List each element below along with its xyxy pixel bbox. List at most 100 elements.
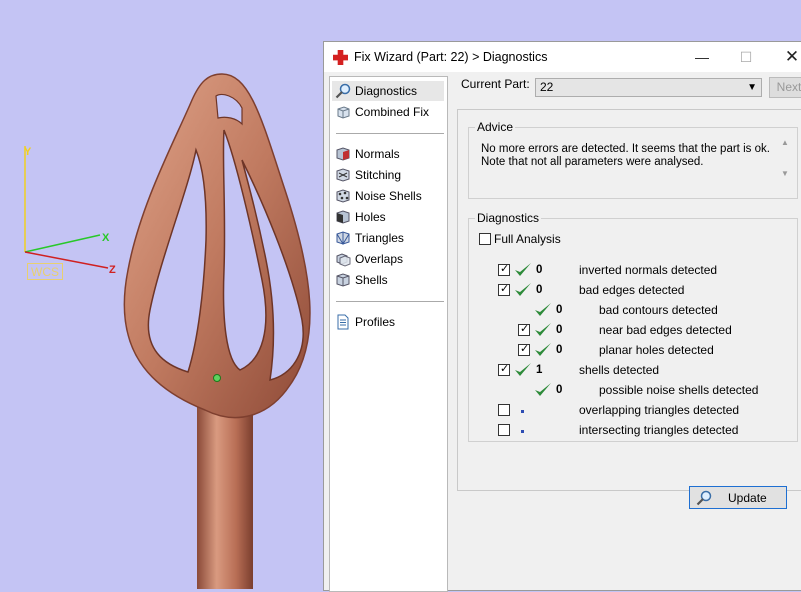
diagnostic-checkbox[interactable]: ✓ <box>498 363 510 376</box>
diagnostic-label: planar holes detected <box>599 343 714 357</box>
nav-item-combined-fix[interactable]: Combined Fix <box>332 102 444 122</box>
maximize-button[interactable]: ☐ <box>724 42 768 72</box>
diagnostic-count: 0 <box>536 284 543 296</box>
nav-separator <box>336 133 444 134</box>
full-analysis-checkbox[interactable] <box>479 233 491 245</box>
diagnostic-label: bad edges detected <box>579 283 685 297</box>
checkmark-icon: ✓ <box>500 263 510 275</box>
diagnostic-label: near bad edges detected <box>599 323 732 337</box>
fix-nav-panel: Diagnostics Combined Fix Normals Stitchi… <box>329 76 448 592</box>
z-axis-label: Z <box>109 264 116 276</box>
diagnostic-label: possible noise shells detected <box>599 383 759 397</box>
checkmark-icon: ✓ <box>500 283 510 295</box>
wcs-label: WCS <box>27 263 63 280</box>
title-bar[interactable]: Fix Wizard (Part: 22) > Diagnostics — ☐ … <box>324 42 801 72</box>
nav-item-profiles[interactable]: Profiles <box>332 312 444 332</box>
diagnostic-count: 0 <box>556 304 563 316</box>
status-ok-icon <box>535 303 551 316</box>
diagnostic-count: 1 <box>536 364 543 376</box>
nav-item-stitching[interactable]: Stitching <box>332 165 444 185</box>
chevron-down-icon: ▼ <box>747 82 757 93</box>
status-ok-icon <box>515 263 531 276</box>
axis-triad-icon <box>24 146 109 269</box>
checkmark-icon: ✓ <box>500 363 510 375</box>
status-not-run-icon <box>521 430 524 433</box>
diagnostic-count: 0 <box>556 324 563 336</box>
diagnostic-label: intersecting triangles detected <box>579 423 739 437</box>
diagnostic-checkbox[interactable] <box>498 424 510 436</box>
nav-label: Normals <box>355 147 400 161</box>
cube-icon <box>337 106 350 119</box>
status-ok-icon <box>535 383 551 396</box>
fix-wizard-window: Fix Wizard (Part: 22) > Diagnostics — ☐ … <box>323 41 801 592</box>
nav-item-holes[interactable]: Holes <box>332 207 444 227</box>
holes-cube-icon <box>336 210 350 224</box>
advice-text: No more errors are detected. It seems th… <box>481 143 781 169</box>
diagnostic-count: 0 <box>536 264 543 276</box>
nav-label: Overlaps <box>355 252 404 266</box>
nav-item-shells[interactable]: Shells <box>332 270 444 290</box>
full-analysis-label: Full Analysis <box>494 232 561 246</box>
nav-label: Diagnostics <box>355 84 418 98</box>
checkmark-icon: ✓ <box>520 323 530 335</box>
diagnostics-group: Diagnostics Full Analysis ✓ 0 inverted nor… <box>468 211 798 442</box>
overlaps-cube-icon <box>336 253 351 267</box>
diagnostic-checkbox[interactable]: ✓ <box>498 263 510 276</box>
magnifier-icon <box>696 490 712 506</box>
selection-point-icon <box>213 374 221 382</box>
red-cross-icon <box>333 50 348 65</box>
diagnostic-count: 0 <box>556 344 563 356</box>
nav-item-diagnostics[interactable]: Diagnostics <box>332 81 444 101</box>
noise-shells-icon <box>336 189 350 203</box>
update-button[interactable]: Update <box>689 486 787 509</box>
current-part-value: 22 <box>540 80 554 94</box>
shells-cube-icon <box>336 273 350 287</box>
nav-separator <box>336 301 444 302</box>
checkmark-icon: ✓ <box>520 343 530 355</box>
next-button[interactable]: Next <box>769 77 801 98</box>
advice-line-2: Note that not all parameters were analys… <box>481 156 704 168</box>
close-button[interactable]: ✕ <box>770 42 801 72</box>
update-label: Update <box>728 491 767 505</box>
advice-line-1: No more errors are detected. It seems th… <box>481 143 770 155</box>
advice-group: Advice No more errors are detected. It s… <box>468 120 798 199</box>
nav-item-triangles[interactable]: Triangles <box>332 228 444 248</box>
magnifier-icon <box>335 83 351 99</box>
status-ok-icon <box>515 363 531 376</box>
diagnostic-label: shells detected <box>579 363 660 377</box>
diagnostic-checkbox[interactable] <box>498 404 510 416</box>
nav-label: Profiles <box>355 315 396 329</box>
minimize-button[interactable]: — <box>680 42 724 72</box>
nav-label: Stitching <box>355 168 402 182</box>
x-axis-label: X <box>102 232 110 244</box>
y-axis-label: Y <box>24 146 32 158</box>
content-panel: Advice No more errors are detected. It s… <box>457 109 801 509</box>
window-title: Fix Wizard (Part: 22) > Diagnostics <box>354 50 548 64</box>
nav-label: Shells <box>355 273 388 287</box>
diagnostics-page: Current Part: 22 ▼ Next Advice No more e… <box>451 72 801 592</box>
diagnostic-checkbox[interactable]: ✓ <box>518 343 530 356</box>
status-ok-icon <box>515 283 531 296</box>
advice-scrollbar[interactable]: ▲ ▼ <box>779 138 791 186</box>
nav-label: Triangles <box>355 231 404 245</box>
document-icon <box>337 314 349 330</box>
nav-item-overlaps[interactable]: Overlaps <box>332 249 444 269</box>
current-part-select[interactable]: 22 ▼ <box>535 78 762 97</box>
normals-cube-icon <box>336 147 350 161</box>
nav-item-normals[interactable]: Normals <box>332 144 444 164</box>
stitching-cube-icon <box>336 168 350 182</box>
nav-item-noise-shells[interactable]: Noise Shells <box>332 186 444 206</box>
diagnostic-label: bad contours detected <box>599 303 718 317</box>
diagnostic-label: overlapping triangles detected <box>579 403 740 417</box>
status-ok-icon <box>535 343 551 356</box>
advice-title: Advice <box>475 120 516 134</box>
status-not-run-icon <box>521 410 524 413</box>
diagnostic-checkbox[interactable]: ✓ <box>498 283 510 296</box>
diagnostic-checkbox[interactable]: ✓ <box>518 323 530 336</box>
nav-label: Holes <box>355 210 386 224</box>
nav-label: Combined Fix <box>355 105 430 119</box>
scroll-down-icon[interactable]: ▼ <box>779 169 791 178</box>
triangles-cube-icon <box>336 231 350 245</box>
status-ok-icon <box>535 323 551 336</box>
scroll-up-icon[interactable]: ▲ <box>779 138 791 147</box>
